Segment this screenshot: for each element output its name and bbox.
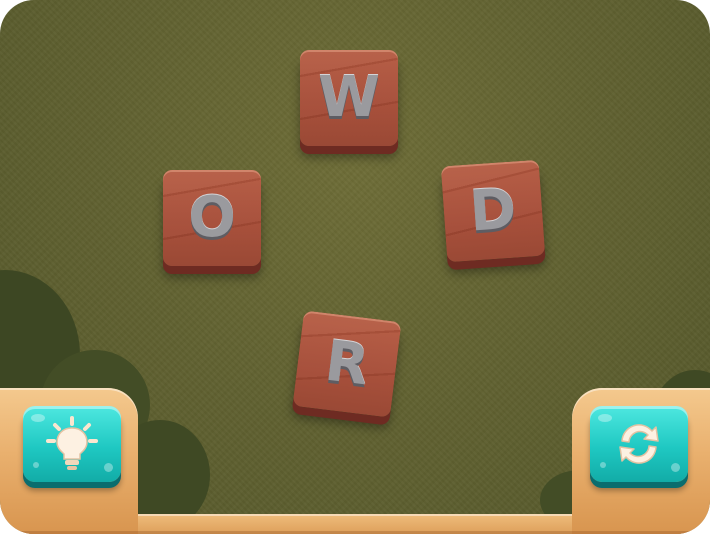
game-board: W O D R <box>0 0 710 534</box>
lightbulb-icon <box>46 416 98 470</box>
shuffle-arrows-icon <box>619 424 659 464</box>
button-shine <box>598 414 612 422</box>
button-shine <box>33 462 39 468</box>
letter-tile-r[interactable]: R <box>292 310 402 418</box>
shuffle-button[interactable] <box>590 406 688 482</box>
letter-tile-o[interactable]: O <box>163 170 261 266</box>
hint-button[interactable] <box>23 406 121 482</box>
tile-letter: O <box>188 185 236 250</box>
tile-letter: R <box>321 328 373 399</box>
button-shine <box>671 463 680 472</box>
button-shine <box>104 463 113 472</box>
button-shine <box>31 414 45 422</box>
letter-tile-d[interactable]: D <box>440 159 546 263</box>
tile-letter: D <box>467 176 519 245</box>
letter-tile-w[interactable]: W <box>300 50 398 146</box>
button-shine <box>600 462 606 468</box>
tile-letter: W <box>318 65 380 130</box>
